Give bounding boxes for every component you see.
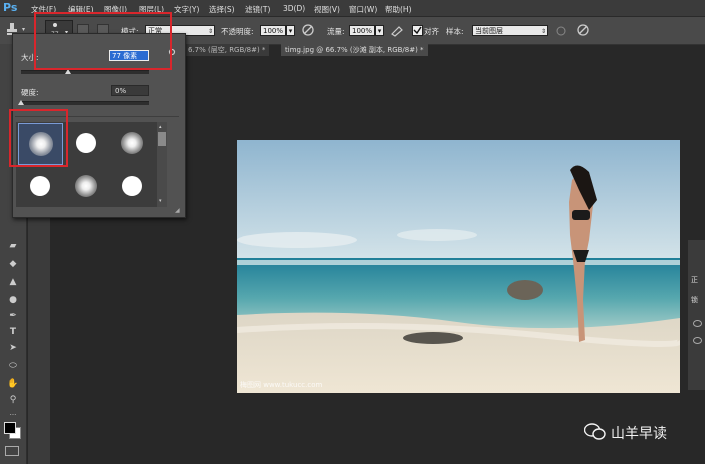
pressure-opacity-icon[interactable]: [301, 23, 315, 37]
foreground-color-swatch[interactable]: [4, 422, 16, 434]
brush-preset-hard[interactable]: [18, 166, 63, 208]
align-checkbox[interactable]: [412, 25, 423, 36]
paint-bucket-tool-icon[interactable]: ◆: [7, 258, 19, 270]
menu-help[interactable]: 帮助(H): [385, 4, 412, 15]
menu-3d[interactable]: 3D(D): [283, 4, 305, 13]
photoshop-logo: Ps: [3, 1, 18, 14]
tool-preset-caret[interactable]: ▾: [22, 24, 27, 33]
highlight-box-soft-brush: [9, 109, 68, 167]
wechat-icon: [583, 423, 606, 441]
hardness-slider[interactable]: [21, 101, 149, 105]
scrollbar-thumb[interactable]: [158, 132, 166, 146]
eye-icon[interactable]: [693, 320, 702, 327]
eraser-tool-icon[interactable]: ▰: [7, 240, 19, 252]
opacity-label: 不透明度:: [221, 27, 254, 36]
soft-round-brush-icon: [121, 132, 143, 154]
hard-round-brush-icon: [30, 176, 50, 196]
sample-select[interactable]: 当前图层 ⇕: [472, 25, 548, 36]
brush-preset-soft[interactable]: [110, 123, 155, 165]
menu-window[interactable]: 窗口(W): [349, 4, 377, 15]
brush-preset-hard[interactable]: [110, 166, 155, 208]
menu-view[interactable]: 视图(V): [314, 4, 340, 15]
hardness-input[interactable]: 0%: [111, 85, 149, 96]
align-label: 对齐: [424, 27, 439, 36]
resize-grip-icon[interactable]: ◢: [175, 207, 180, 214]
hard-round-brush-icon: [76, 133, 96, 153]
flow-dropdown-icon[interactable]: ▾: [375, 25, 384, 36]
dodge-tool-icon[interactable]: ●: [7, 294, 19, 306]
document-canvas[interactable]: 梅图网 www.tukucc.com: [237, 140, 680, 393]
pen-tool-icon[interactable]: ✒: [7, 310, 19, 322]
menu-select[interactable]: 选择(S): [209, 4, 235, 15]
right-panel-item-2[interactable]: 锁: [691, 295, 698, 305]
brush-preset-hard[interactable]: [64, 123, 109, 165]
opacity-dropdown-icon[interactable]: ▾: [286, 25, 295, 36]
preset-scrollbar[interactable]: ▴ ▾: [157, 122, 167, 207]
photo-caption: 梅图网 www.tukucc.com: [240, 381, 323, 389]
hardness-slider-thumb[interactable]: [18, 100, 24, 105]
type-tool-icon[interactable]: T: [7, 326, 19, 338]
blur-tool-icon[interactable]: ▲: [7, 276, 19, 288]
hand-tool-icon[interactable]: ✋: [7, 378, 19, 390]
eye-icon[interactable]: [693, 337, 702, 344]
opacity-input[interactable]: 100%: [260, 25, 286, 36]
airbrush-icon[interactable]: [390, 23, 404, 37]
tab-document-2[interactable]: timg.jpg @ 66.7% (沙滩 副本, RGB/8#) *: [281, 44, 428, 56]
tab-document-1[interactable]: 6.7% (层空, RGB/8#) *: [184, 44, 270, 56]
flow-label: 流量:: [327, 27, 345, 36]
ignore-adjustment-icon[interactable]: [554, 24, 566, 36]
more-tools-icon[interactable]: ···: [7, 409, 19, 421]
soft-round-brush-icon: [75, 175, 97, 197]
size-slider[interactable]: [21, 70, 149, 74]
pressure-size-icon[interactable]: [576, 23, 590, 37]
right-panel-item-1[interactable]: 正: [691, 275, 698, 285]
watermark-text: 山羊早读: [611, 426, 667, 442]
hardness-label: 硬度:: [21, 88, 39, 97]
right-panel-dock: 正 锁: [688, 240, 705, 390]
brush-preset-soft[interactable]: [64, 166, 109, 208]
ellipse-tool-icon[interactable]: ⬭: [7, 360, 19, 372]
hard-round-brush-icon: [122, 176, 142, 196]
quick-mask-icon[interactable]: [5, 446, 19, 456]
sample-label: 样本:: [446, 27, 464, 36]
scroll-up-icon[interactable]: ▴: [159, 124, 162, 130]
scroll-down-icon[interactable]: ▾: [159, 198, 162, 204]
menu-type[interactable]: 文字(Y): [174, 4, 199, 15]
menu-filter[interactable]: 滤镜(T): [245, 4, 270, 15]
highlight-box-brush-size: [34, 12, 172, 70]
path-selection-tool-icon[interactable]: ➤: [7, 342, 19, 354]
beach-photo: [237, 140, 680, 393]
zoom-tool-icon[interactable]: ⚲: [7, 394, 19, 406]
flow-input[interactable]: 100%: [349, 25, 375, 36]
